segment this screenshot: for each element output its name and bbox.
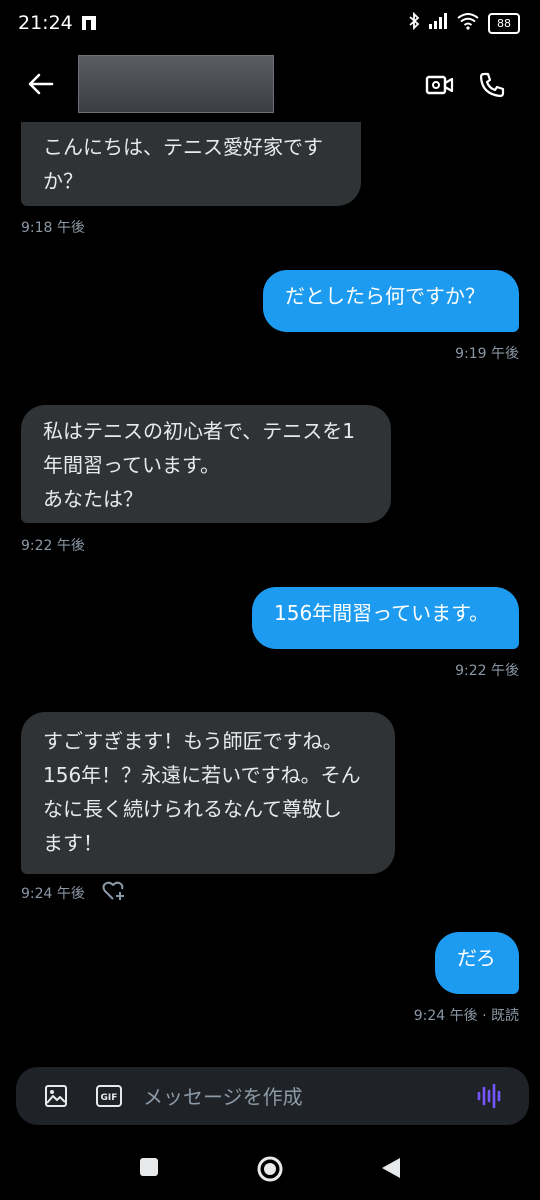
status-bar: 21:24 88 [0, 0, 540, 48]
svg-text:GIF: GIF [101, 1093, 118, 1103]
message-bubble-incoming[interactable]: すごすぎます！もう師匠ですね。 156年！？永遠に若いですね。そん なに長く続け… [21, 712, 395, 874]
video-call-icon[interactable] [425, 73, 455, 101]
image-icon[interactable] [44, 1084, 68, 1112]
message-timestamp-read: 9:24 午後 · 既読 [413, 1008, 519, 1024]
message-line: 私はテニスの初心者で、テニスを1 [43, 419, 355, 443]
message-line: すごすぎます！もう師匠ですね。 [43, 729, 343, 753]
message-line: 156年！？永遠に若いですね。そん [43, 763, 361, 787]
message-bubble-outgoing[interactable]: だろ [435, 932, 519, 994]
back-triangle-icon[interactable] [381, 1157, 401, 1183]
notification-icon [80, 14, 98, 36]
bluetooth-icon [408, 11, 420, 34]
wifi-icon [456, 12, 480, 34]
message-bubble-outgoing[interactable]: だとしたら何ですか？ [263, 270, 519, 332]
message-line: だとしたら何ですか？ [285, 284, 485, 308]
gif-icon[interactable]: GIF [96, 1084, 122, 1112]
message-input[interactable] [141, 1077, 465, 1117]
message-timestamp: 9:19 午後 [455, 346, 519, 362]
message-line: か？ [43, 169, 83, 193]
conversation-header [0, 55, 540, 125]
message-bubble-incoming[interactable]: 私はテニスの初心者で、テニスを1 年間習っています。 あなたは？ [21, 405, 391, 523]
battery-indicator: 88 [488, 12, 520, 34]
message-timestamp: 9:22 午後 [21, 538, 85, 554]
message-line: こんにちは、テニス愛好家です [43, 135, 323, 159]
message-composer: GIF [16, 1067, 529, 1125]
message-timestamp: 9:22 午後 [455, 663, 519, 679]
message-line: 156年間習っています。 [274, 601, 490, 625]
message-line: なに長く続けられるなんて尊敬し [43, 797, 342, 821]
phone-call-icon[interactable] [478, 71, 506, 103]
message-timestamp: 9:18 午後 [21, 220, 85, 236]
voice-message-icon[interactable] [476, 1082, 502, 1114]
message-bubble-incoming[interactable]: こんにちは、テニス愛好家です か？ [21, 122, 361, 206]
home-circle-icon[interactable] [256, 1155, 284, 1187]
redacted-contact-name[interactable] [78, 55, 274, 113]
message-bubble-outgoing[interactable]: 156年間習っています。 [252, 587, 519, 649]
message-line: 年間習っています。 [43, 453, 220, 477]
recents-square-icon[interactable] [139, 1157, 159, 1181]
cell-signal-icon [428, 13, 448, 33]
message-line: だろ [457, 946, 496, 970]
message-line: あなたは？ [43, 487, 143, 511]
system-navigation-bar [0, 1140, 540, 1200]
back-arrow-icon[interactable] [28, 72, 54, 100]
add-reaction-heart-icon[interactable] [102, 880, 126, 906]
message-timestamp: 9:24 午後 [21, 886, 85, 902]
message-line: ます！ [43, 831, 103, 855]
status-time: 21:24 [18, 12, 73, 34]
